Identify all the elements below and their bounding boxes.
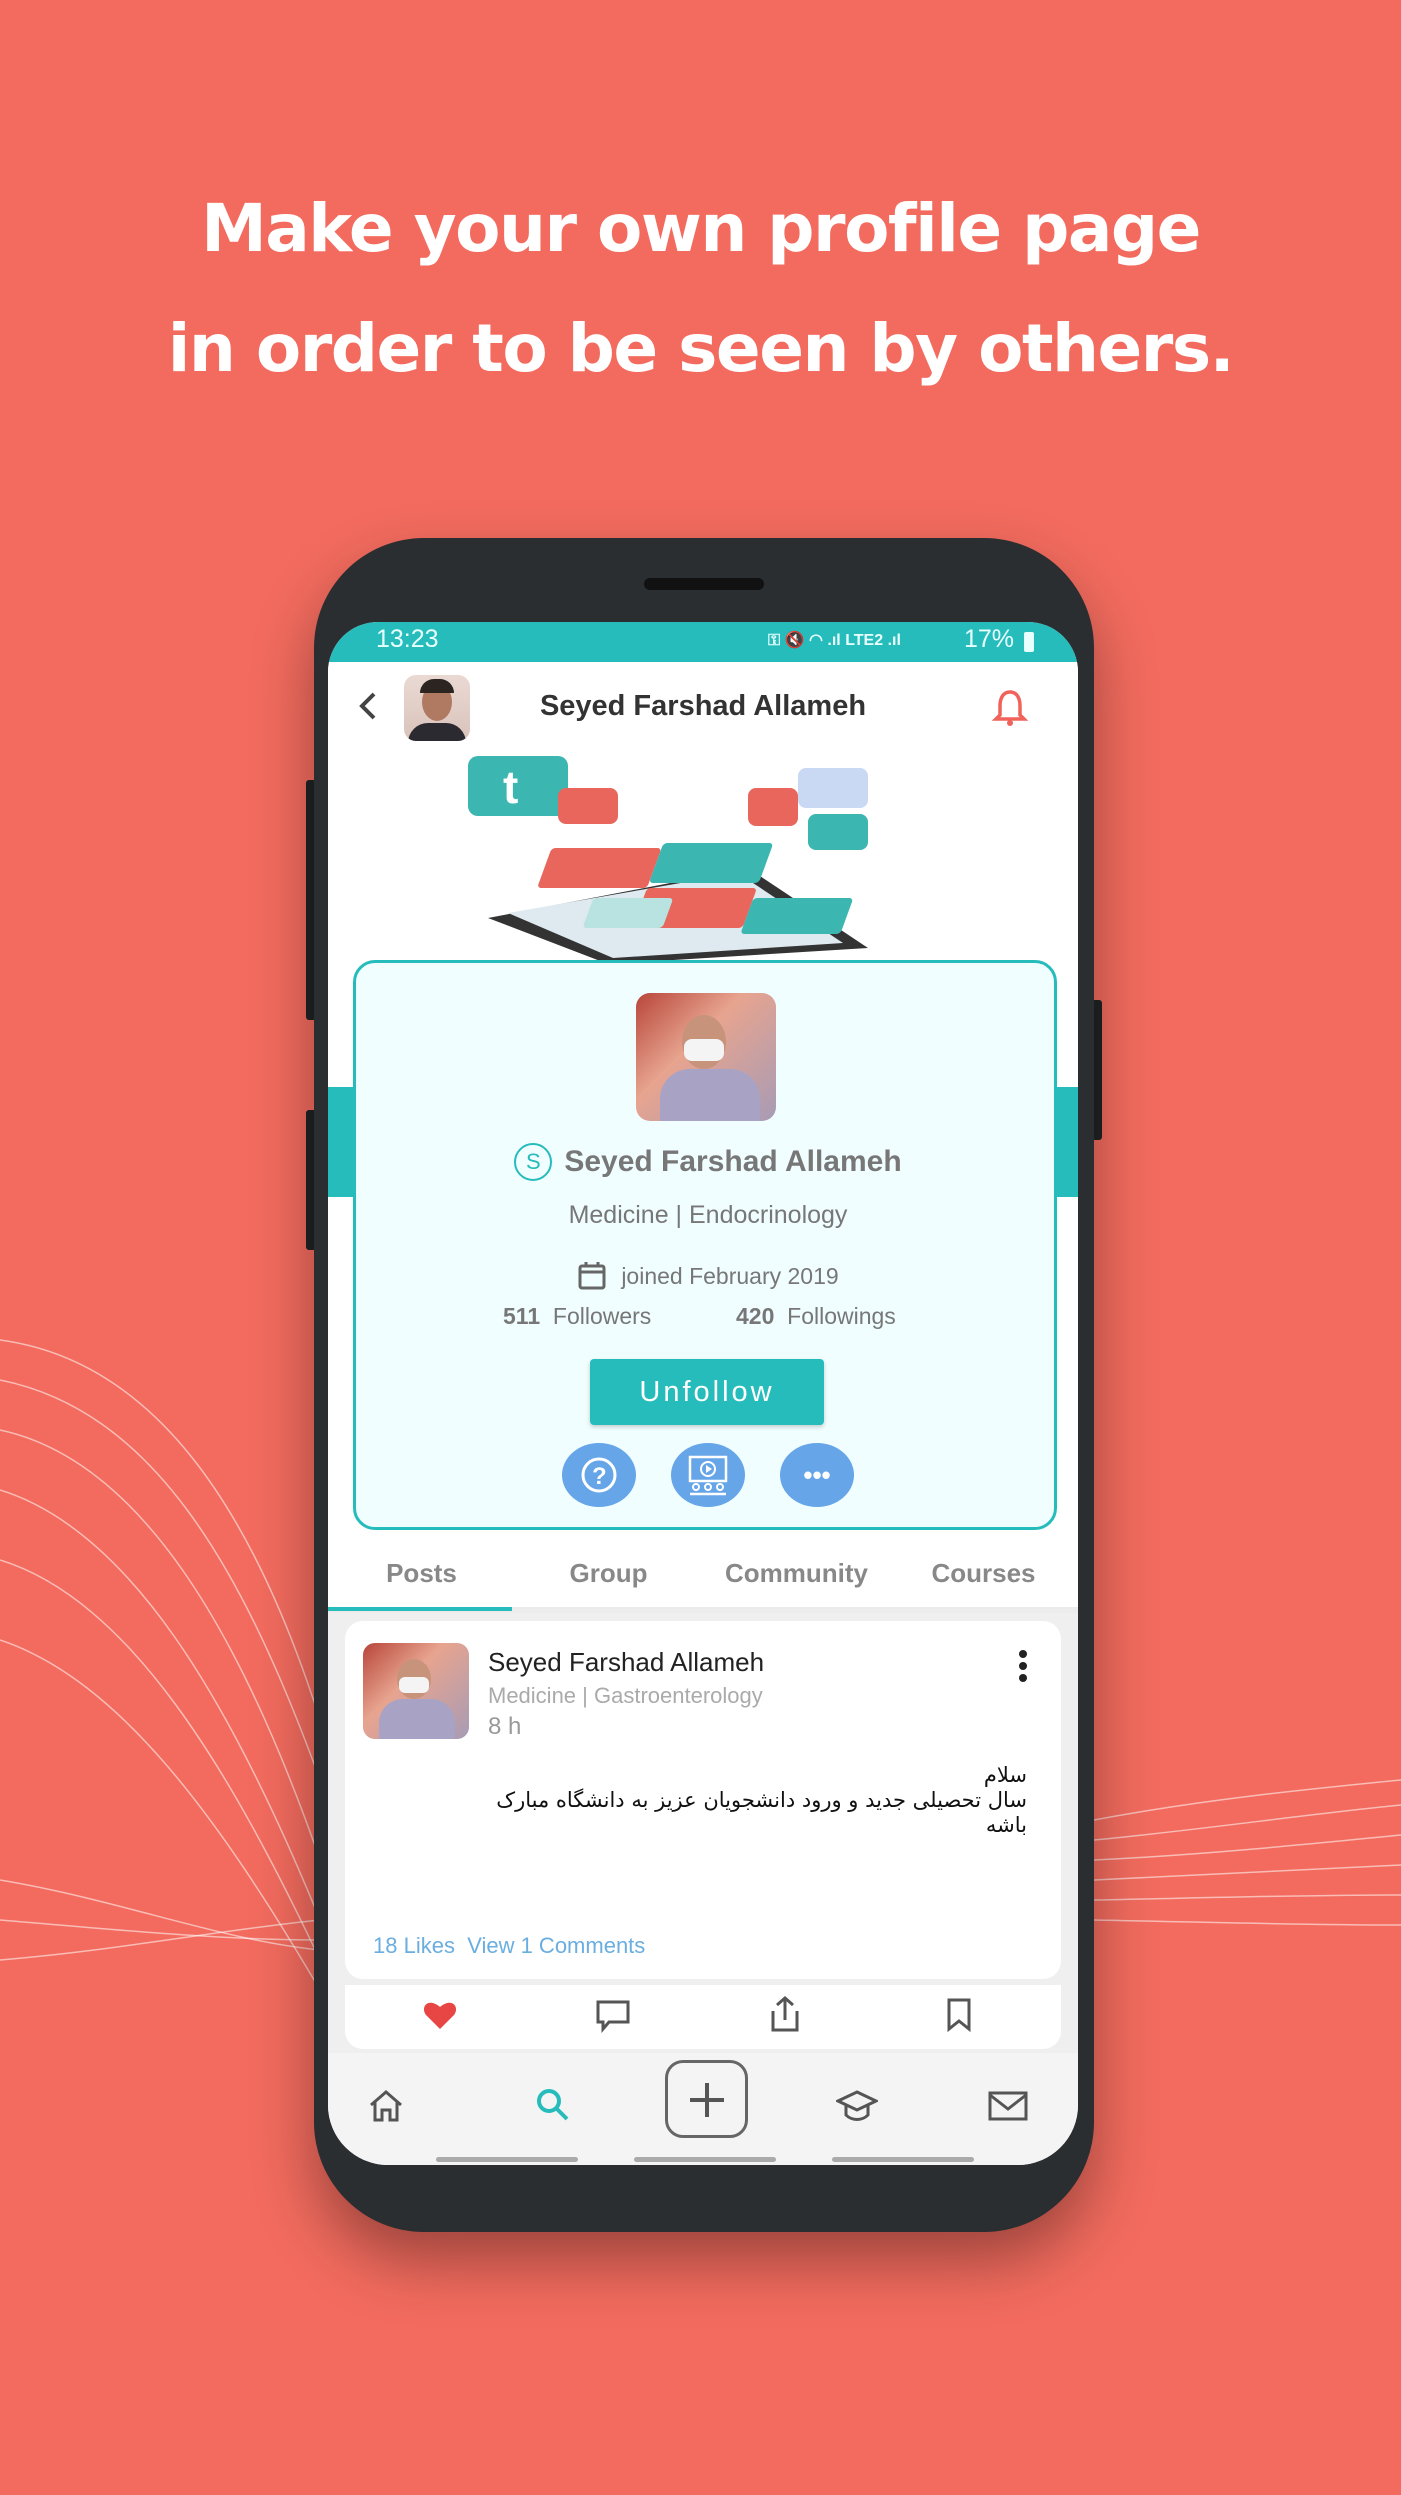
tab-group[interactable]: Group — [515, 1558, 702, 1589]
profile-name: Seyed Farshad Allameh — [564, 1145, 902, 1178]
post-time: 8 h — [488, 1713, 522, 1740]
more-vertical-icon[interactable] — [1017, 1649, 1029, 1683]
post-card: Seyed Farshad Allameh Medicine | Gastroe… — [345, 1621, 1061, 1979]
more-horizontal-icon: ••• — [803, 1459, 831, 1490]
comments-link[interactable]: View 1 Comments — [467, 1933, 645, 1958]
headline-line-2: in order to be seen by others. — [167, 310, 1235, 387]
home-icon[interactable] — [368, 2089, 404, 2123]
phone-screen: 13:23 ⚿ 🔇 ◠ .ıl LTE2 .ıl 17% Seyed Farsh… — [328, 622, 1078, 2165]
followers-count: 511 — [503, 1303, 541, 1329]
nav-gesture-bar — [436, 2157, 578, 2162]
header-title: Seyed Farshad Allameh — [539, 690, 867, 722]
battery-icon — [1024, 632, 1034, 652]
network-label: LTE2 — [845, 632, 884, 649]
create-post-button[interactable] — [665, 2060, 748, 2138]
speaker — [644, 578, 764, 590]
post-text: سلام سال تحصیلی جدید و ورود دانشجویان عز… — [367, 1763, 1027, 1838]
bell-icon[interactable] — [992, 688, 1028, 728]
mail-icon[interactable] — [988, 2091, 1028, 2121]
post-text-line: باشه — [985, 1813, 1027, 1837]
video-presentation-icon — [688, 1455, 728, 1496]
post-actions — [345, 1985, 1061, 2049]
calendar-icon — [578, 1262, 606, 1290]
search-icon[interactable] — [535, 2087, 571, 2123]
followings-count: 420 — [736, 1303, 775, 1329]
signal-icons: ⚿ 🔇 ◠ .ıl LTE2 .ıl — [768, 632, 901, 649]
plus-icon — [690, 2083, 724, 2117]
headline-line-1: Make your own profile page — [201, 190, 1201, 267]
profile-tabs: Posts Group Community Courses — [328, 1536, 1078, 1613]
question-icon: ? — [581, 1457, 617, 1493]
battery-level: 17% — [964, 625, 1015, 653]
question-button[interactable]: ? — [562, 1443, 636, 1507]
more-button[interactable]: ••• — [780, 1443, 854, 1507]
profile-actions: ? ••• — [356, 1443, 1060, 1507]
heart-icon[interactable] — [422, 1999, 458, 2031]
top-bar: Seyed Farshad Allameh — [328, 662, 1078, 748]
bottom-nav — [328, 2053, 1078, 2165]
graduation-cap-icon[interactable] — [836, 2089, 878, 2123]
unfollow-button[interactable]: Unfollow — [590, 1359, 824, 1425]
likes-link[interactable]: 18 Likes — [373, 1933, 455, 1958]
post-author-name[interactable]: Seyed Farshad Allameh — [488, 1647, 764, 1678]
svg-text:t: t — [503, 761, 518, 813]
status-time: 13:23 — [376, 625, 439, 653]
comment-icon[interactable] — [595, 1999, 631, 2033]
tab-posts[interactable]: Posts — [328, 1558, 515, 1589]
tab-courses[interactable]: Courses — [890, 1558, 1077, 1589]
bookmark-icon[interactable] — [945, 1997, 973, 2033]
followings-stat[interactable]: 420 Followings — [736, 1303, 896, 1330]
post-author-avatar[interactable] — [363, 1643, 469, 1739]
joined-date: joined February 2019 — [621, 1262, 839, 1289]
nav-gesture-bar — [832, 2157, 974, 2162]
video-course-button[interactable] — [671, 1443, 745, 1507]
svg-text:?: ? — [592, 1463, 607, 1490]
post-text-line: سال تحصیلی جدید و ورود دانشجویان عزیز به… — [496, 1788, 1027, 1812]
followers-stat[interactable]: 511 Followers — [503, 1303, 651, 1330]
share-icon[interactable] — [769, 1995, 801, 2033]
post-text-line: سلام — [983, 1763, 1027, 1787]
banner-illustration: t — [468, 756, 868, 964]
profile-specialty: Medicine | Endocrinology — [568, 1201, 848, 1229]
active-tab-indicator — [328, 1607, 512, 1611]
verified-badge-icon: S — [514, 1143, 553, 1181]
post-author-specialty: Medicine | Gastroenterology — [488, 1683, 763, 1708]
followers-label: Followers — [552, 1303, 652, 1329]
followings-label: Followings — [787, 1303, 896, 1329]
profile-avatar[interactable] — [636, 993, 776, 1121]
profile-card: S Seyed Farshad Allameh Medicine | Endoc… — [353, 960, 1057, 1530]
status-bar: 13:23 ⚿ 🔇 ◠ .ıl LTE2 .ıl 17% — [328, 622, 1078, 662]
tab-community[interactable]: Community — [703, 1558, 890, 1589]
post-stats: 18 Likes View 1 Comments — [373, 1933, 645, 1959]
nav-gesture-bar — [634, 2157, 776, 2162]
